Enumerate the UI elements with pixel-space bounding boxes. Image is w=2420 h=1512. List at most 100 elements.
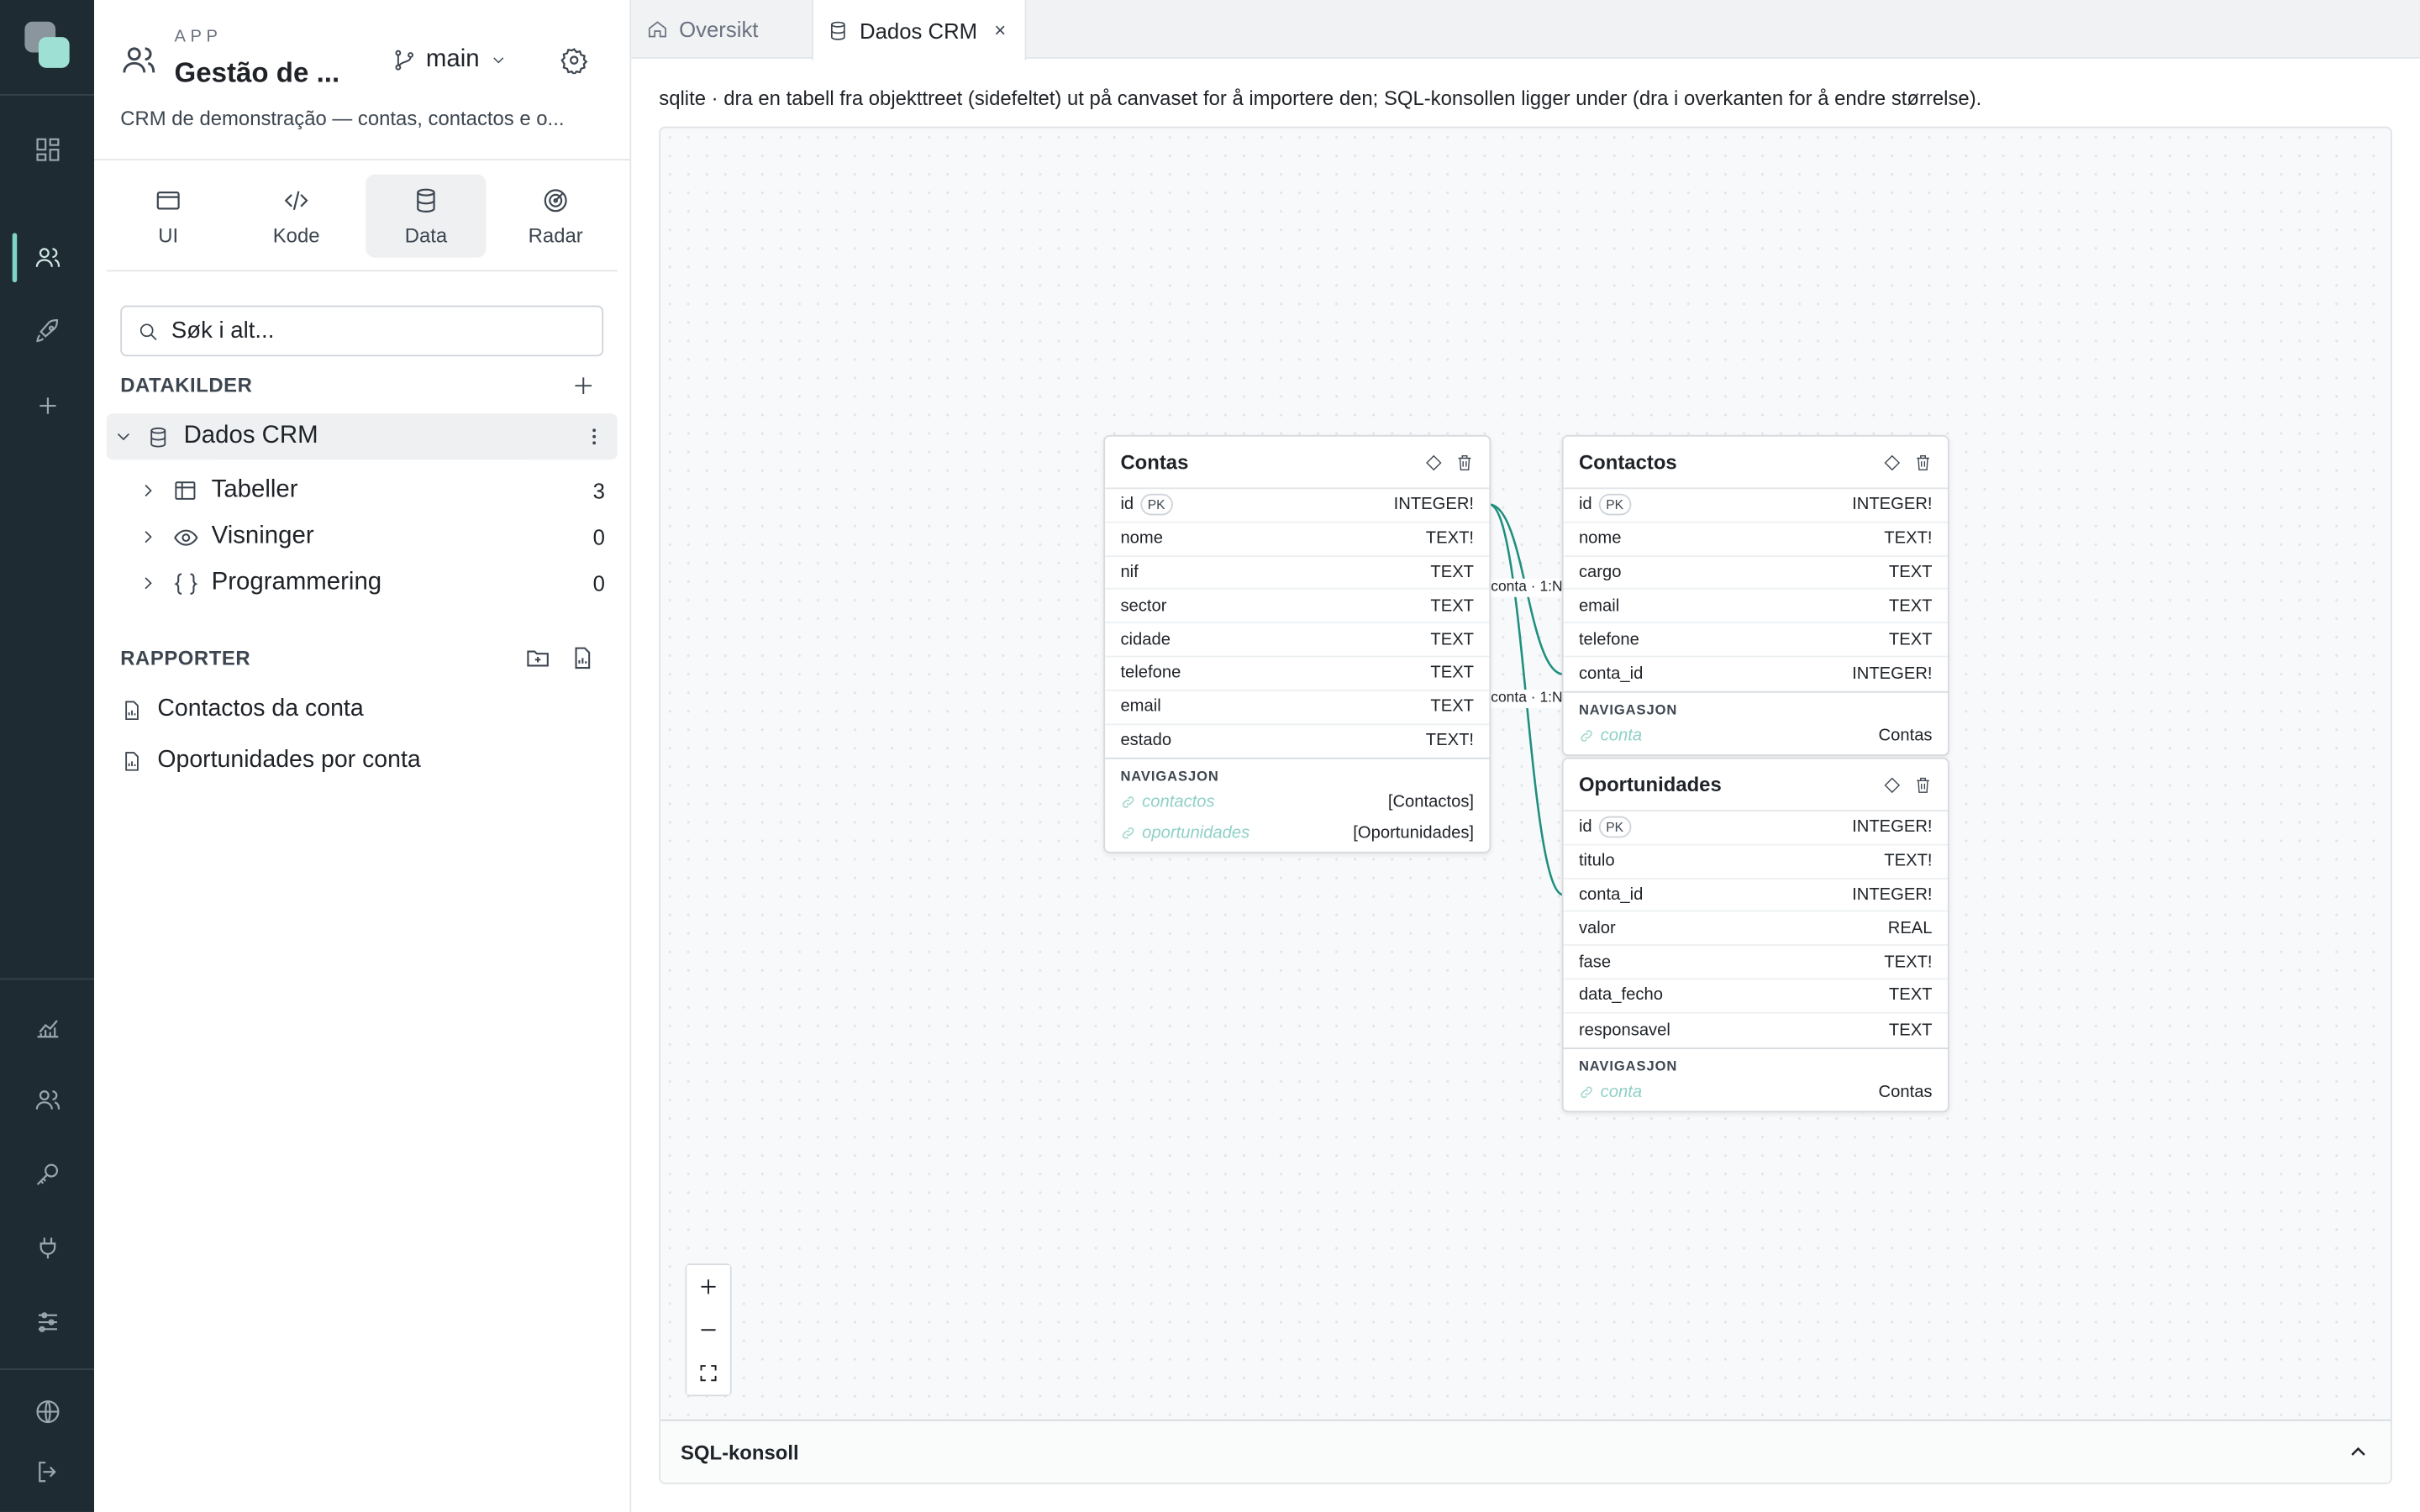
report-item[interactable]: Contactos da conta (120, 695, 364, 726)
navigation-name: contactos (1142, 793, 1215, 812)
app-logo[interactable] (24, 21, 71, 68)
dashboard-icon[interactable] (0, 118, 94, 180)
sql-console-bar[interactable]: SQL-konsoll (660, 1419, 2391, 1483)
table-column-row[interactable]: sector TEXT (1105, 590, 1490, 624)
tab-dados-crm[interactable]: Dados CRM × (812, 0, 1027, 60)
sliders-icon[interactable] (0, 1291, 94, 1352)
close-icon[interactable]: × (994, 18, 1006, 42)
locate-icon[interactable] (1424, 453, 1443, 471)
tab-radar[interactable]: Radar (496, 175, 616, 258)
column-name-wrap: email (1120, 698, 1160, 717)
navigation-key: contactos (1120, 793, 1215, 812)
tree-item-visninger[interactable]: Visninger 0 (107, 514, 618, 560)
trash-icon[interactable] (1914, 775, 1933, 794)
navigation-row[interactable]: oportunidades [Oportunidades] (1120, 818, 1474, 849)
navigation-heading: NAVIGASJON (1578, 701, 1678, 717)
column-name: id (1578, 818, 1592, 837)
navigation-row[interactable]: conta Contas (1579, 1076, 1933, 1107)
column-name: telefone (1120, 664, 1181, 683)
database-icon (417, 187, 435, 213)
locate-icon[interactable] (1883, 453, 1902, 471)
table-column-row[interactable]: email TEXT (1563, 590, 1948, 624)
trash-icon[interactable] (1455, 453, 1474, 471)
table-column-row[interactable]: id PK INTEGER! (1105, 489, 1490, 523)
table-column-row[interactable]: telefone TEXT (1563, 623, 1948, 658)
table-column-row[interactable]: id PK INTEGER! (1563, 489, 1948, 523)
table-column-row[interactable]: nif TEXT (1105, 556, 1490, 591)
search-input[interactable] (171, 318, 573, 344)
gear-icon (560, 48, 588, 75)
column-name-wrap: telefone (1120, 664, 1181, 682)
zoom-controls (685, 1263, 732, 1397)
table-card-contactos[interactable]: Contactos id PK INTEGER! nome TEXT! cargo TEXT… (1561, 434, 1949, 756)
app-settings-button[interactable] (560, 46, 588, 75)
report-item[interactable]: Oportunidades por conta (120, 745, 421, 776)
table-column-row[interactable]: id PK INTEGER! (1563, 811, 1948, 846)
datasource-item-dados-crm[interactable]: Dados CRM (106, 413, 618, 460)
tab-kode[interactable]: Kode (236, 175, 356, 258)
tree-item-label: Tabeller (211, 476, 298, 503)
table-column-row[interactable]: valor REAL (1563, 912, 1948, 947)
tab-oversikt[interactable]: Oversikt (631, 0, 810, 59)
navigation-key: conta (1579, 727, 1642, 745)
search-field[interactable] (120, 305, 604, 357)
key-icon[interactable] (0, 1143, 94, 1205)
more-vertical-icon[interactable] (583, 426, 605, 448)
analytics-icon[interactable] (0, 997, 94, 1058)
tab-label: Dados CRM (860, 18, 978, 43)
table-column-row[interactable]: email TEXT (1105, 690, 1490, 725)
schema-canvas[interactable]: conta · 1:N conta · 1:N Contas id PK INTEG… (659, 126, 2392, 1484)
table-column-row[interactable]: cidade TEXT (1105, 623, 1490, 658)
column-name: fase (1578, 953, 1612, 972)
locate-icon[interactable] (1883, 775, 1902, 794)
table-column-row[interactable]: nome TEXT! (1105, 522, 1490, 557)
fit-view-button[interactable] (687, 1351, 730, 1395)
navigation-target: Contas (1878, 1082, 1933, 1101)
globe-icon[interactable] (0, 1381, 94, 1442)
logout-icon[interactable] (0, 1441, 94, 1502)
zoom-out-button[interactable] (687, 1308, 730, 1352)
tab-ui[interactable]: UI (108, 175, 229, 258)
new-report-button[interactable] (570, 645, 596, 671)
table-column-row[interactable]: estado TEXT! (1105, 724, 1489, 758)
table-card-oportunidades[interactable]: Oportunidades id PK INTEGER! titulo TEXT! con… (1561, 757, 1949, 1112)
navigation-key: conta (1579, 1083, 1642, 1101)
column-name-wrap: nif (1120, 563, 1138, 581)
new-report-folder-button[interactable] (524, 645, 550, 671)
add-datasource-button[interactable] (571, 373, 596, 397)
table-card-header[interactable]: Contactos (1563, 437, 1948, 490)
apps-users-icon[interactable] (0, 227, 94, 288)
tree-item-tabeller[interactable]: Tabeller 3 (107, 468, 618, 514)
column-name-wrap: telefone (1579, 630, 1639, 648)
add-app-icon[interactable] (0, 375, 94, 436)
branch-selector[interactable]: main (392, 43, 508, 76)
column-name-wrap: cargo (1579, 563, 1622, 581)
users-icon[interactable] (0, 1069, 94, 1131)
navigation-row[interactable]: contactos [Contactos] (1120, 787, 1474, 818)
rocket-icon[interactable] (0, 301, 94, 362)
table-card-header[interactable]: Oportunidades (1563, 759, 1948, 812)
tree-item-programmering[interactable]: Programmering 0 (107, 560, 618, 606)
tab-data[interactable]: Data (366, 174, 487, 258)
editor-tab-bar: Oversikt Dados CRM × (631, 0, 2420, 60)
trash-icon[interactable] (1914, 453, 1933, 471)
table-column-row[interactable]: conta_id INTEGER! (1563, 879, 1948, 913)
table-column-row[interactable]: telefone TEXT (1105, 657, 1490, 691)
navigation-row[interactable]: conta Contas (1579, 720, 1933, 751)
table-card-contas[interactable]: Contas id PK INTEGER! nome TEXT! nif TEXT secto… (1103, 434, 1491, 854)
app-title: Gestão de ... (174, 56, 340, 88)
plug-icon[interactable] (0, 1217, 94, 1278)
table-name: Contactos (1578, 450, 1677, 474)
table-column-row[interactable]: conta_id INTEGER! (1564, 657, 1948, 690)
table-column-row[interactable]: data_fecho TEXT (1563, 979, 1948, 1014)
table-column-row[interactable]: cargo TEXT (1563, 556, 1948, 591)
zoom-in-button[interactable] (687, 1265, 730, 1309)
table-column-row[interactable]: responsavel TEXT (1564, 1013, 1948, 1047)
chevron-up-icon[interactable] (2346, 1440, 2370, 1464)
plus-icon (575, 377, 592, 394)
table-column-row[interactable]: nome TEXT! (1563, 522, 1948, 557)
table-column-row[interactable]: fase TEXT! (1563, 946, 1948, 980)
table-card-header[interactable]: Contas (1105, 437, 1490, 490)
table-column-row[interactable]: titulo TEXT! (1563, 845, 1948, 879)
column-name-wrap: cidade (1120, 630, 1171, 648)
